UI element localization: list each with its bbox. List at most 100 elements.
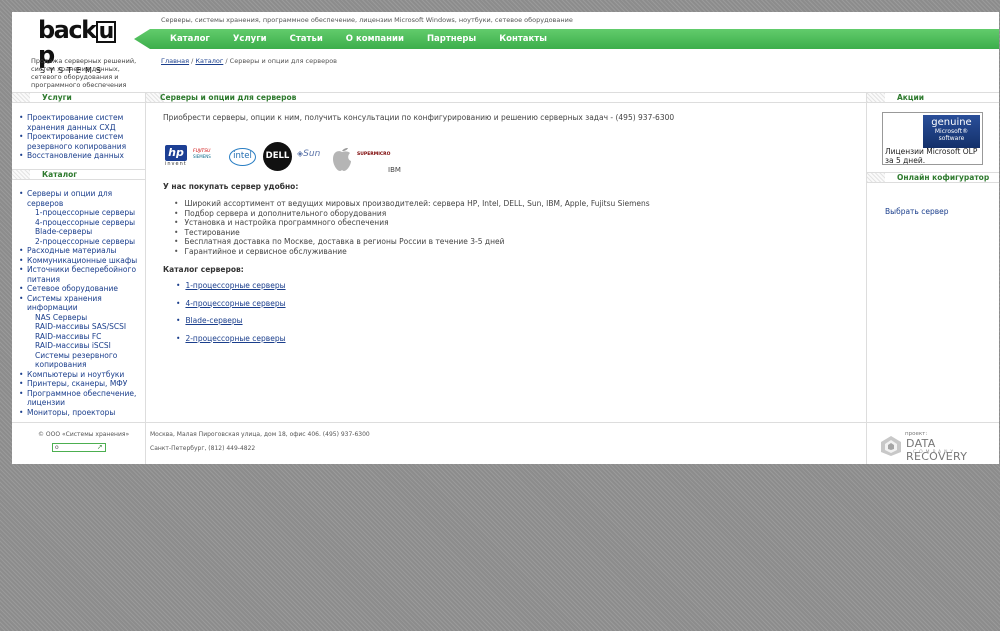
genuine-microsoft-banner[interactable]: genuine Microsoft® software Лицензии Mic…	[882, 112, 983, 165]
catalog-menu-item: Компьютеры и ноутбуки	[19, 370, 143, 380]
genuine-brand: Microsoft®	[934, 128, 969, 135]
catalog-menu-item-link[interactable]: 2-процессорные серверы	[35, 237, 135, 246]
project-sub: COMPANY	[913, 450, 957, 455]
catalog-menu-item-link[interactable]: 4-процессорные серверы	[35, 218, 135, 227]
server-catalog-item-link[interactable]: 1-процессорные серверы	[185, 281, 285, 290]
server-catalog-links: 1-процессорные серверы 4-процессорные сер…	[176, 281, 286, 352]
server-catalog-item-link[interactable]: Blade-серверы	[185, 316, 242, 325]
column-divider-right	[866, 92, 867, 464]
nav-partners[interactable]: Партнеры	[427, 34, 476, 44]
page-title: Серверы и опции для серверов	[160, 93, 297, 102]
services-menu-item: Восстановление данных	[19, 151, 143, 161]
nav-catalog[interactable]: Каталог	[170, 34, 210, 44]
logo[interactable]: back up SYSTEMS	[38, 18, 118, 75]
catalog-menu-item: 1-процессорные серверы	[19, 208, 143, 218]
configurator-header: Онлайн кофигуратор	[867, 172, 999, 183]
catalog-menu-item: RAID-массивы FC	[19, 332, 143, 342]
footer-search-input[interactable]: о ➚	[52, 443, 106, 452]
breadcrumb-home[interactable]: Главная	[161, 57, 189, 65]
server-catalog-item-link[interactable]: 2-процессорные серверы	[185, 334, 285, 343]
catalog-menu-item: 4-процессорные серверы	[19, 218, 143, 228]
genuine-text-2: за 5 дней.	[885, 155, 926, 165]
catalog-menu-item-link[interactable]: Системы хранения информации	[27, 294, 102, 313]
catalog-menu-item-link[interactable]: Принтеры, сканеры, МФУ	[27, 379, 127, 388]
address-moscow: Москва, Малая Пироговская улица, дом 18,…	[150, 431, 370, 438]
apple-logo	[331, 142, 353, 172]
catalog-menu-item: Расходные материалы	[19, 246, 143, 256]
catalog-menu-item-link[interactable]: Мониторы, проекторы	[27, 408, 115, 417]
logo-box-letter: u	[95, 21, 116, 43]
catalog-menu-item: NAS Серверы	[19, 313, 143, 323]
catalog-title: Каталог	[42, 170, 78, 179]
why-list-item: Тестирование	[174, 228, 650, 238]
main-nav: Каталог Услуги Статьи О компании Партнер…	[134, 29, 999, 49]
catalog-menu-item-link[interactable]: NAS Серверы	[35, 313, 87, 322]
catalog-menu-item-link[interactable]: RAID-массивы FC	[35, 332, 101, 341]
services-menu-item-link[interactable]: Проектирование систем хранения данных СХ…	[27, 113, 123, 132]
services-title: Услуги	[42, 93, 72, 102]
brand-logos: hp invent FUJITSU SIEMENS intel DELL ◈Su…	[163, 139, 403, 175]
catalog-menu-item-link[interactable]: RAID-массивы SAS/SCSI	[35, 322, 126, 331]
intro-text: Приобрести серверы, опции к ним, получит…	[163, 113, 675, 122]
column-divider-left	[145, 92, 146, 464]
catalog-menu-item: RAID-массивы iSCSI	[19, 341, 143, 351]
nav-services[interactable]: Услуги	[233, 34, 267, 44]
catalog-menu-item-link[interactable]: Сетевое оборудование	[27, 284, 118, 293]
configurator-title: Онлайн кофигуратор	[897, 173, 990, 182]
server-catalog-item: Blade-серверы	[176, 316, 286, 326]
catalog-menu-item: Сетевое оборудование	[19, 284, 143, 294]
why-list-item: Бесплатная доставка по Москве, доставка …	[174, 237, 650, 247]
supermicro-logo: SUPERMICRO	[357, 152, 391, 157]
why-list: Широкий ассортимент от ведущих мировых п…	[174, 199, 650, 257]
hp-logo: hp invent	[165, 145, 187, 167]
catalog-menu-item-link[interactable]: Blade-серверы	[35, 227, 92, 236]
catalog-menu-item-link[interactable]: Программное обеспечение, лицензии	[27, 389, 136, 408]
catalog-menu-item-link[interactable]: Коммуникационные шкафы	[27, 256, 137, 265]
promo-header: Акции	[867, 92, 999, 103]
catalog-menu-item: Серверы и опции для серверов	[19, 189, 143, 208]
catalog-menu-item-link[interactable]: Системы резервного копирования	[35, 351, 117, 370]
services-menu: Проектирование систем хранения данных СХ…	[19, 113, 143, 161]
breadcrumb: Главная / Каталог / Серверы и опции для …	[161, 57, 337, 65]
catalog-menu-item: Источники бесперебойного питания	[19, 265, 143, 284]
catalog-menu-item: Принтеры, сканеры, МФУ	[19, 379, 143, 389]
why-list-item: Широкий ассортимент от ведущих мировых п…	[174, 199, 649, 209]
data-recovery-icon	[881, 436, 901, 456]
breadcrumb-current: Серверы и опции для серверов	[229, 57, 338, 65]
catalog-menu-item-link[interactable]: RAID-массивы iSCSI	[35, 341, 111, 350]
choose-server-link[interactable]: Выбрать сервер	[885, 207, 949, 216]
genuine-word: genuine	[931, 117, 972, 128]
why-list-item: Установка и настройка программного обесп…	[174, 218, 650, 228]
services-menu-item-link[interactable]: Проектирование систем резервного копиров…	[27, 132, 126, 151]
server-catalog-title: Каталог серверов:	[163, 265, 244, 274]
data-recovery-logo[interactable]: проект: DATA RECOVERY COMPANY	[880, 431, 988, 463]
catalog-menu-item-link[interactable]: Серверы и опции для серверов	[27, 189, 112, 208]
catalog-menu-item-link[interactable]: Расходные материалы	[27, 246, 116, 255]
nav-about[interactable]: О компании	[346, 34, 404, 44]
why-title: У нас покупать сервер удобно:	[163, 182, 299, 191]
why-list-item: Подбор сервера и дополнительного оборудо…	[174, 209, 650, 219]
catalog-menu-item-link[interactable]: Источники бесперебойного питания	[27, 265, 136, 284]
services-menu-item: Проектирование систем резервного копиров…	[19, 132, 143, 151]
intel-logo: intel	[229, 148, 256, 166]
services-menu-item-link[interactable]: Восстановление данных	[27, 151, 124, 160]
main-header: Серверы и опции для серверов	[146, 92, 866, 103]
why-list-item: Гарантийное и сервисное обслуживание	[174, 247, 650, 257]
arrow-icon[interactable]: ➚	[97, 444, 104, 451]
dell-logo: DELL	[263, 142, 292, 171]
catalog-menu-item: Blade-серверы	[19, 227, 143, 237]
catalog-menu-item: Системы резервного копирования	[19, 351, 143, 370]
genuine-software: software	[938, 135, 965, 142]
catalog-menu-item-link[interactable]: 1-процессорные серверы	[35, 208, 135, 217]
nav-articles[interactable]: Статьи	[290, 34, 323, 44]
breadcrumb-catalog[interactable]: Каталог	[195, 57, 223, 65]
nav-contacts[interactable]: Контакты	[499, 34, 547, 44]
catalog-menu-item: Мониторы, проекторы	[19, 408, 143, 418]
catalog-menu-item-link[interactable]: Компьютеры и ноутбуки	[27, 370, 124, 379]
footer-divider	[12, 422, 999, 423]
server-catalog-item-link[interactable]: 4-процессорные серверы	[185, 299, 285, 308]
top-description: Серверы, системы хранения, программное о…	[161, 16, 573, 24]
sun-logo: ◈Sun	[297, 149, 321, 159]
copyright: © ООО «Системы хранения»	[38, 431, 130, 438]
catalog-menu-item: RAID-массивы SAS/SCSI	[19, 322, 143, 332]
